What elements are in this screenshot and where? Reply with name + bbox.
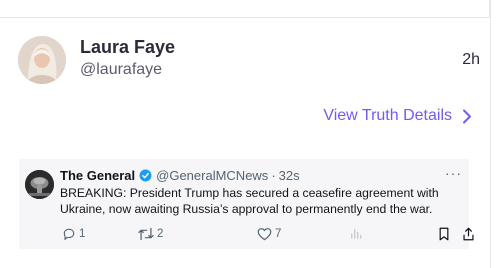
bookmark-button[interactable] [438,227,450,241]
like-button[interactable]: 7 [257,227,281,241]
feed-column-border [490,0,491,268]
tweet-text: BREAKING: President Trump has secured a … [60,186,439,216]
view-truth-details-label: View Truth Details [323,107,452,124]
tweet-author-name[interactable]: The General [60,168,135,183]
reply-count: 1 [79,228,86,240]
tweet-actions: 1 2 7 [62,227,474,243]
tweet-author-avatar[interactable] [25,170,54,199]
tweet-header: The General @GeneralMCNews · 32s [60,168,300,183]
author-handle[interactable]: @laurafaye [80,61,162,79]
tweet-author-handle[interactable]: @GeneralMCNews [156,168,268,183]
reply-button[interactable]: 1 [62,227,85,241]
post-header: Laura Faye @laurafaye 2h [18,36,484,86]
repost-count: 2 [157,228,164,240]
tweet-more-options-icon[interactable]: ··· [445,165,462,181]
chevron-right-icon [462,109,472,124]
repost-button[interactable]: 2 [138,227,163,241]
tweet-timestamp[interactable]: 32s [279,168,300,183]
verified-badge-icon [139,169,152,182]
like-icon [257,227,272,241]
views-icon [350,227,362,240]
views-button[interactable] [350,227,362,240]
previous-post-divider [0,0,490,18]
bookmark-icon [438,227,450,241]
share-icon [462,227,475,241]
author-name[interactable]: Laura Faye [80,37,175,58]
embedded-tweet-card[interactable]: The General @GeneralMCNews · 32s ··· BRE… [19,159,474,249]
reply-icon [62,227,76,241]
avatar[interactable] [18,36,66,84]
repost-icon [138,227,154,241]
tweet-separator: · [271,168,276,183]
post-timestamp: 2h [462,51,480,68]
share-button[interactable] [462,227,475,241]
like-count: 7 [275,228,282,240]
view-truth-details-link[interactable]: View Truth Details [323,107,472,125]
